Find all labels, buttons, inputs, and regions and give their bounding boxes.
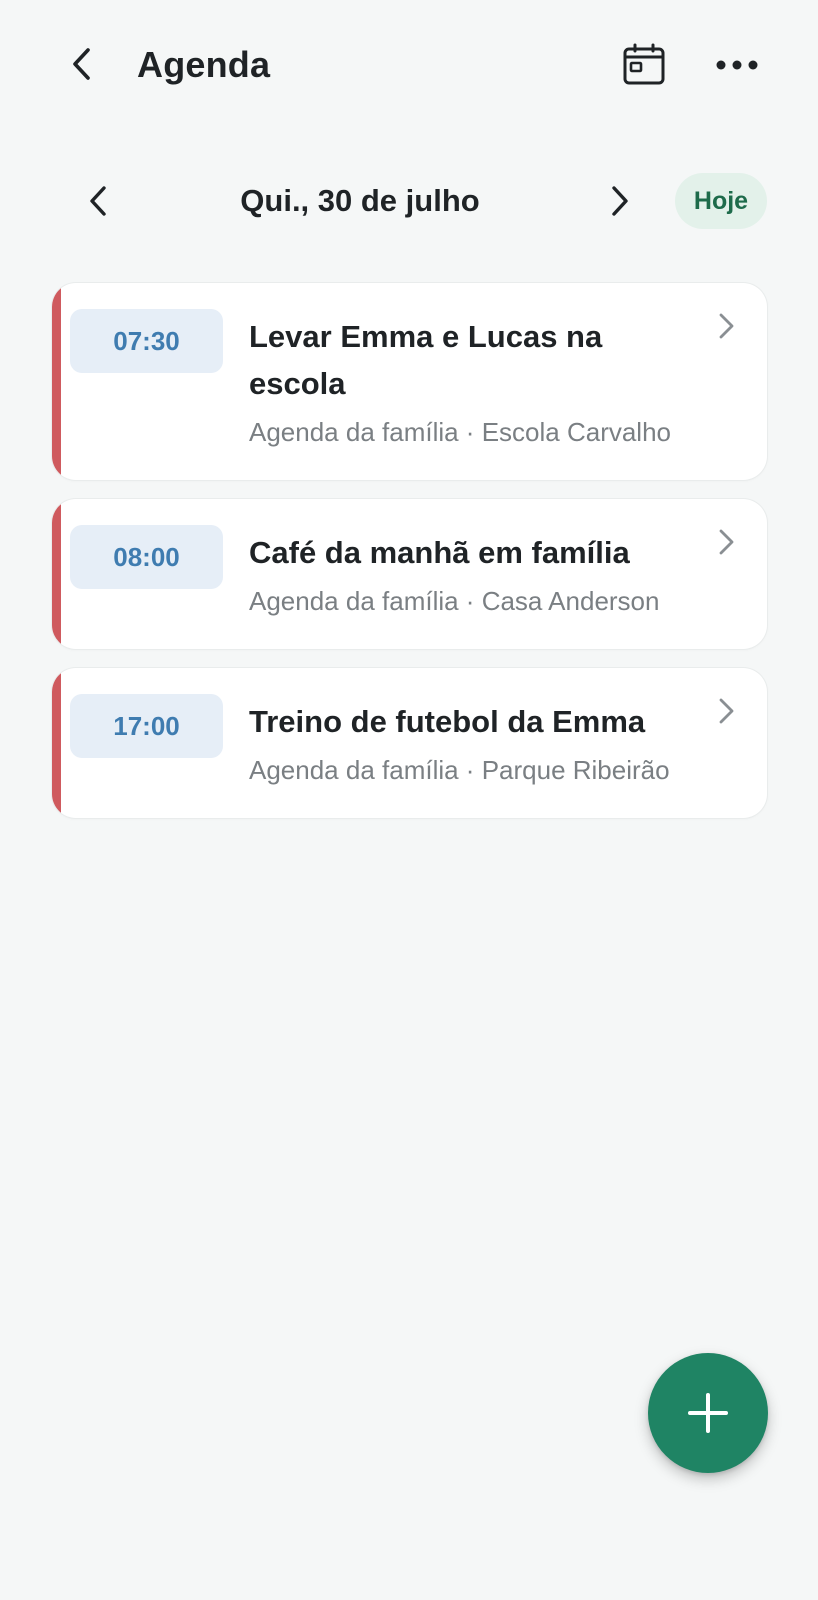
more-horizontal-icon (716, 60, 758, 70)
previous-day-button[interactable] (74, 177, 122, 225)
chevron-right-icon (711, 527, 741, 557)
event-card[interactable]: 07:30 Levar Emma e Lucas na escola Agend… (52, 283, 767, 480)
current-date-label[interactable]: Qui., 30 de julho (160, 181, 560, 221)
event-details: Levar Emma e Lucas na escola Agenda da f… (249, 283, 767, 480)
event-subtitle: Agenda da família · Parque Ribeirão (249, 755, 670, 785)
event-time-chip: 08:00 (70, 525, 223, 589)
chevron-left-icon (73, 48, 90, 80)
chevron-left-icon (90, 186, 106, 216)
today-button[interactable]: Hoje (675, 173, 767, 229)
event-time-chip: 07:30 (70, 309, 223, 373)
more-options-button[interactable] (710, 38, 764, 92)
event-subtitle: Agenda da família · Escola Carvalho (249, 417, 672, 447)
plus-icon (688, 1393, 728, 1433)
event-card[interactable]: 17:00 Treino de futebol da Emma Agenda d… (52, 668, 767, 818)
event-subtitle: Agenda da família · Casa Anderson (249, 586, 660, 616)
event-color-bar (52, 499, 61, 649)
event-time-chip: 17:00 (70, 694, 223, 758)
event-list: 07:30 Levar Emma e Lucas na escola Agend… (52, 283, 767, 837)
calendar-icon (623, 43, 665, 85)
calendar-button[interactable] (617, 38, 671, 92)
event-details: Treino de futebol da Emma Agenda da famí… (249, 668, 767, 818)
chevron-right-icon (711, 311, 741, 341)
next-day-button[interactable] (596, 177, 644, 225)
add-event-button[interactable] (648, 1353, 768, 1473)
chevron-right-icon (711, 696, 741, 726)
back-button[interactable] (58, 40, 106, 88)
event-color-bar (52, 668, 61, 818)
event-title: Treino de futebol da Emma (249, 704, 646, 739)
event-details: Café da manhã em família Agenda da famíl… (249, 499, 767, 649)
event-title: Café da manhã em família (249, 535, 630, 570)
agenda-screen: Agenda Qui., 30 de julho Hoje 07:30 Leva… (0, 0, 818, 1600)
event-color-bar (52, 283, 61, 480)
top-app-bar: Agenda (0, 0, 818, 130)
chevron-right-icon (612, 186, 628, 216)
event-card[interactable]: 08:00 Café da manhã em família Agenda da… (52, 499, 767, 649)
page-title: Agenda (137, 44, 271, 85)
date-navigation: Qui., 30 de julho Hoje (0, 165, 818, 237)
event-title: Levar Emma e Lucas na escola (249, 319, 603, 401)
